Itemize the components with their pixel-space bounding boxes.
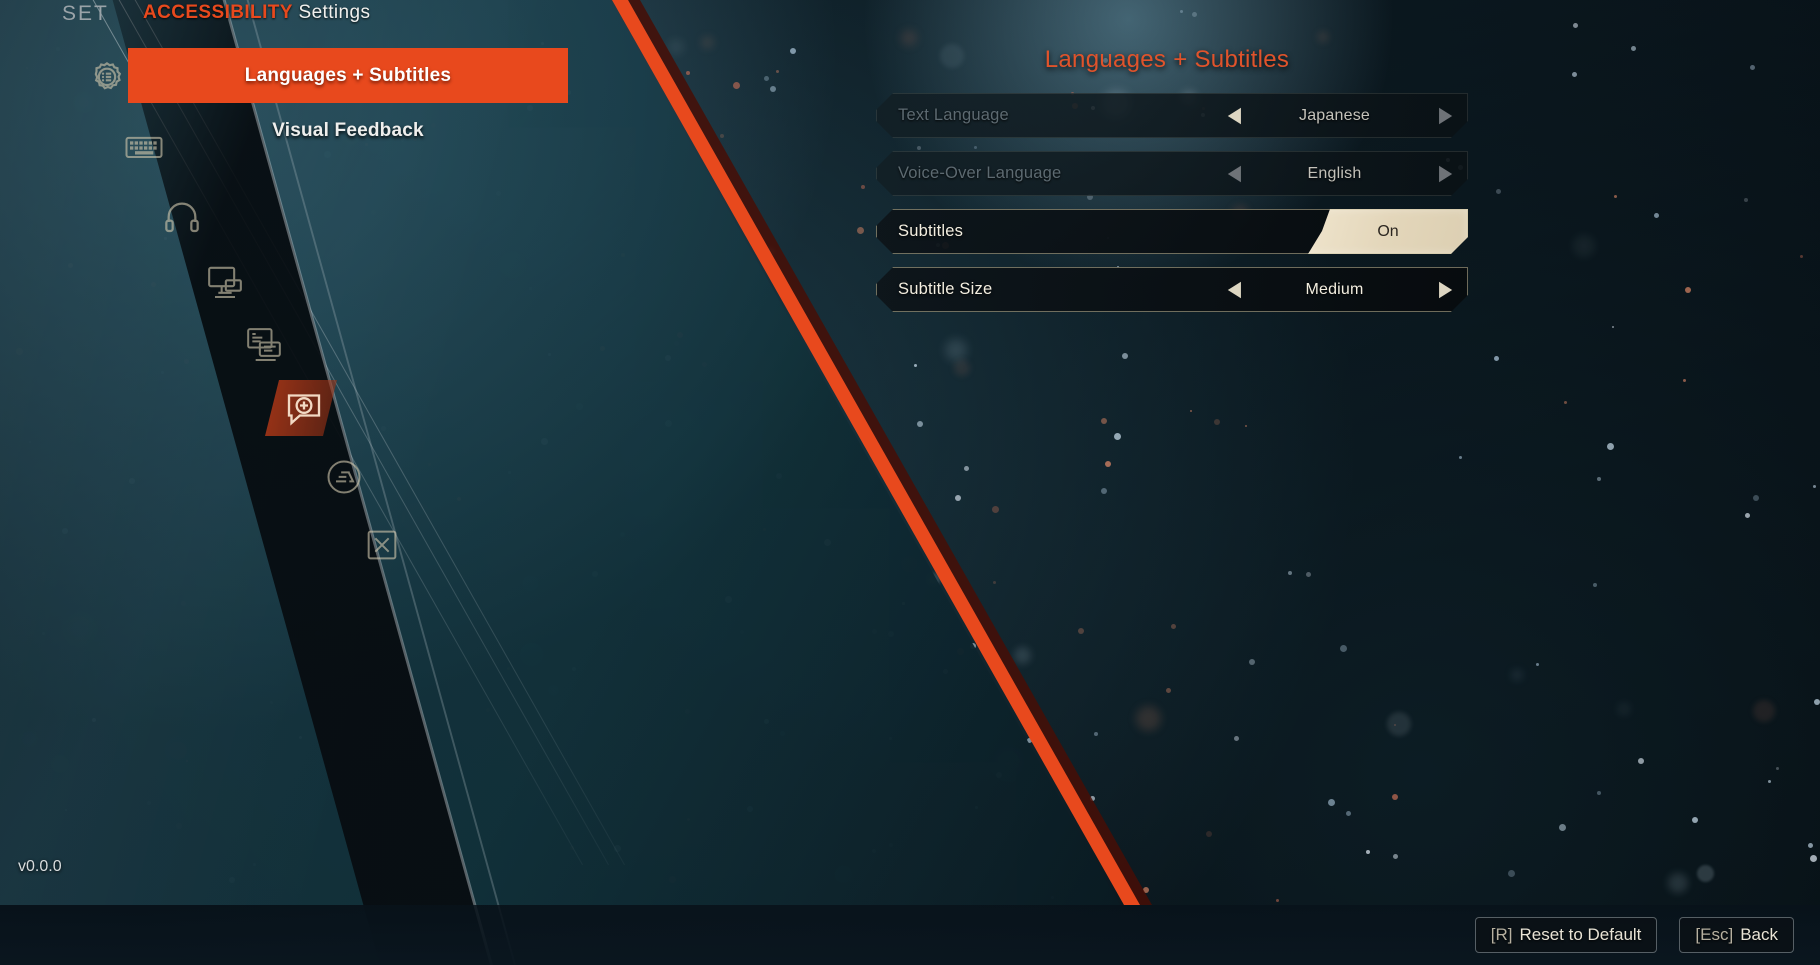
setting-label: Subtitle Size: [898, 280, 993, 298]
right-arrow-slot: [1422, 281, 1468, 299]
x-logo-icon[interactable]: [355, 518, 409, 572]
toggle-option-on[interactable]: On: [1308, 209, 1468, 254]
settings-screen: SET ACCESSIBILITY Settings Languages + S…: [0, 0, 1820, 965]
monitor-icon[interactable]: [198, 255, 252, 309]
chevron-right-icon[interactable]: [1432, 107, 1458, 125]
panel-title: Languages + Subtitles: [1044, 46, 1290, 73]
setting-label: Subtitles: [898, 222, 964, 240]
chevron-left-icon[interactable]: [1221, 281, 1247, 299]
page-title: ACCESSIBILITY Settings: [143, 2, 370, 24]
accessibility-speech-plus-icon[interactable]: [277, 381, 331, 435]
setting-value: Medium: [1305, 280, 1364, 298]
footer-bar: [R] Reset to Default [Esc] Back: [0, 905, 1820, 965]
setting-label: Voice-Over Language: [898, 164, 1062, 182]
setting-value: English: [1307, 164, 1362, 182]
page-title-suffix: Settings: [292, 2, 371, 23]
reset-label: Reset to Default: [1519, 925, 1642, 944]
breadcrumb: SET: [62, 2, 109, 25]
setting-row-subtitles[interactable]: Subtitles Off On: [876, 209, 1468, 254]
setting-row-text-language[interactable]: Text Language Japanese: [876, 93, 1468, 138]
setting-row-subtitle-size[interactable]: Subtitle Size Medium: [876, 267, 1468, 312]
settings-rows: Text Language Japanese Voice-Over Langua…: [876, 93, 1468, 325]
sidebar-item-label: Visual Feedback: [272, 119, 424, 141]
chevron-right-icon[interactable]: [1432, 165, 1458, 183]
right-arrow-slot: [1422, 107, 1468, 125]
back-label: Back: [1740, 925, 1778, 944]
setting-label: Text Language: [898, 106, 1009, 124]
right-arrow-slot: [1422, 165, 1468, 183]
headset-icon[interactable]: [155, 190, 209, 244]
reset-to-default-button[interactable]: [R] Reset to Default: [1474, 917, 1658, 953]
chevron-left-icon[interactable]: [1221, 107, 1247, 125]
ea-logo-icon[interactable]: [317, 450, 371, 504]
page-title-category: ACCESSIBILITY: [143, 2, 293, 23]
chevron-left-icon[interactable]: [1221, 165, 1247, 183]
hud-layout-icon[interactable]: [237, 318, 291, 372]
sidebar-item-languages-subtitles[interactable]: Languages + Subtitles: [128, 48, 568, 103]
back-button[interactable]: [Esc] Back: [1679, 917, 1794, 953]
settings-nav-list: Languages + Subtitles Visual Feedback: [128, 48, 688, 158]
back-key-hint: [Esc]: [1695, 925, 1734, 944]
reset-key-hint: [R]: [1490, 925, 1513, 944]
version-label: v0.0.0: [18, 858, 62, 875]
gear-list-icon[interactable]: [80, 52, 134, 106]
setting-value: Japanese: [1299, 106, 1370, 124]
sidebar-item-visual-feedback[interactable]: Visual Feedback: [128, 103, 568, 158]
chevron-right-icon[interactable]: [1432, 281, 1458, 299]
setting-row-voice-over-language[interactable]: Voice-Over Language English: [876, 151, 1468, 196]
sidebar-item-label: Languages + Subtitles: [244, 64, 452, 86]
